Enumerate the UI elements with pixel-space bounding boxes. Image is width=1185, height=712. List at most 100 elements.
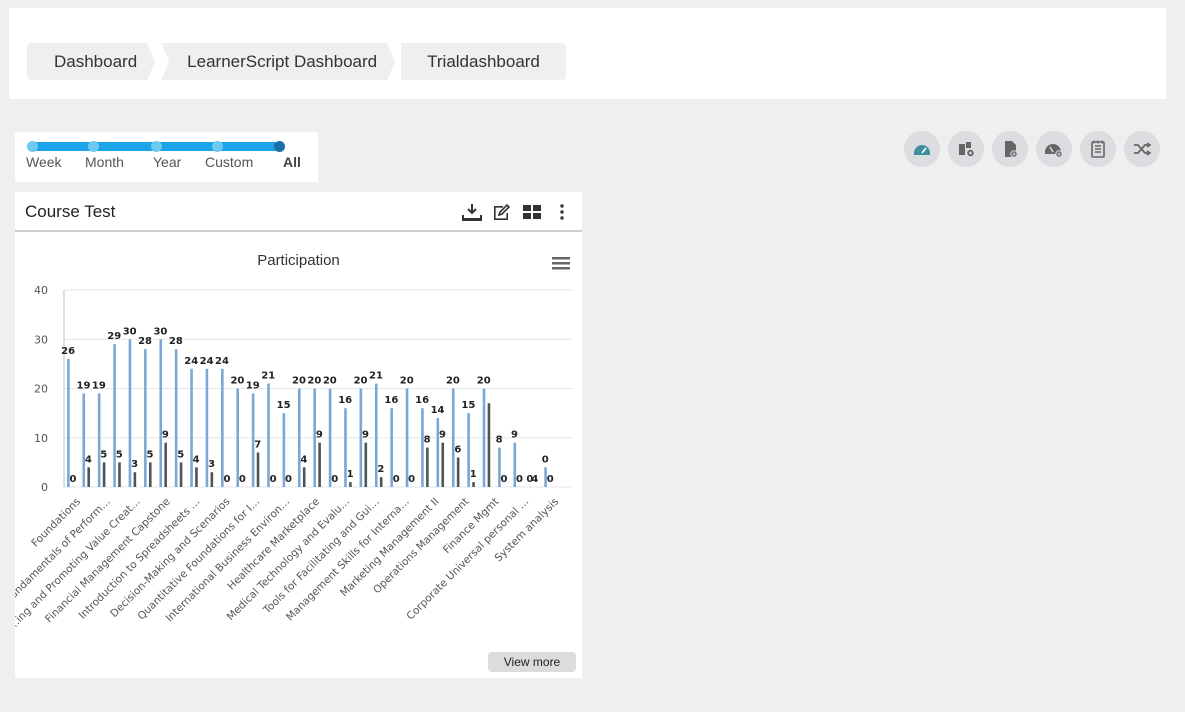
data-label: 0	[331, 474, 338, 485]
bar-series-1	[174, 349, 178, 487]
data-label: 0	[408, 474, 415, 485]
data-label: 24	[184, 356, 198, 367]
data-label: 0	[547, 474, 554, 485]
bar-series-2	[102, 462, 106, 487]
data-label: 16	[384, 395, 398, 406]
bar-series-2	[148, 462, 152, 487]
bar-series-1	[97, 393, 101, 487]
data-label: 16	[415, 395, 429, 406]
bar-series-1	[482, 388, 486, 487]
bar-series-2	[441, 442, 445, 487]
add-report-button[interactable]	[992, 131, 1028, 167]
data-label: 1	[347, 469, 354, 480]
edit-icon[interactable]	[492, 203, 512, 221]
data-label: 0	[542, 454, 549, 465]
breadcrumb-dashboard[interactable]: Dashboard	[27, 43, 155, 80]
data-label: 0	[393, 474, 400, 485]
bar-series-2	[195, 467, 198, 487]
data-label: 5	[146, 449, 153, 460]
dashboard-gauge-button[interactable]	[904, 131, 940, 167]
data-label: 9	[439, 430, 446, 441]
data-label: 5	[177, 449, 184, 460]
data-label: 21	[369, 371, 383, 382]
shuffle-button[interactable]	[1124, 131, 1160, 167]
bar-series-2	[472, 482, 475, 487]
range-slider-track[interactable]	[27, 141, 285, 152]
range-dot-week[interactable]	[27, 141, 38, 152]
more-vertical-icon[interactable]	[552, 203, 572, 221]
add-dashboard-button[interactable]	[1036, 131, 1072, 167]
range-label-all[interactable]: All	[283, 154, 301, 170]
range-dot-year[interactable]	[151, 141, 162, 152]
bar-series-1	[221, 368, 224, 487]
bar-series-2	[164, 442, 167, 487]
breadcrumb-learnerscript-dashboard[interactable]: LearnerScript Dashboard	[161, 43, 395, 80]
bar-series-1	[451, 388, 455, 487]
data-label: 1	[470, 469, 477, 480]
date-range-filter: Week Month Year Custom All	[15, 132, 318, 182]
data-label: 14	[431, 405, 445, 416]
bar-series-2	[426, 447, 429, 487]
range-label-custom[interactable]: Custom	[205, 154, 253, 170]
dashboard-gauge-icon	[914, 145, 930, 155]
data-label: 0	[270, 474, 277, 485]
range-handle-all[interactable]	[274, 141, 285, 152]
y-tick-label: 30	[34, 333, 48, 346]
y-tick-label: 20	[34, 383, 48, 396]
add-dashboard-gauge-icon	[1045, 144, 1063, 158]
bar-series-2	[210, 472, 214, 487]
range-dot-custom[interactable]	[212, 141, 223, 152]
data-label: 0	[70, 474, 77, 485]
add-widget-button[interactable]	[948, 131, 984, 167]
data-label: 0	[239, 474, 246, 485]
data-label: 9	[162, 430, 169, 441]
y-tick-label: 40	[34, 284, 48, 297]
range-label-month[interactable]: Month	[85, 154, 124, 170]
data-label: 4	[85, 454, 92, 465]
data-label: 26	[61, 346, 75, 357]
breadcrumb-trialdashboard[interactable]: Trialdashboard	[401, 43, 566, 80]
data-label: 5	[116, 449, 123, 460]
data-label: 16	[338, 395, 352, 406]
breadcrumb: Dashboard LearnerScript Dashboard Triald…	[27, 43, 572, 80]
bar-series-2	[487, 403, 491, 487]
bar-series-1	[236, 388, 240, 487]
bar-series-2	[349, 482, 352, 487]
data-label: 4	[193, 454, 200, 465]
chart-title: Participation	[257, 252, 340, 269]
range-label-year[interactable]: Year	[153, 154, 181, 170]
data-label: 28	[169, 336, 183, 347]
range-label-week[interactable]: Week	[26, 154, 62, 170]
schedule-notes-icon	[1091, 140, 1105, 158]
data-label: 20	[307, 376, 321, 387]
data-label: 4	[531, 474, 538, 485]
data-label: 20	[400, 376, 414, 387]
y-tick-label: 10	[34, 432, 48, 445]
data-label: 29	[107, 331, 121, 342]
download-icon[interactable]	[462, 203, 482, 221]
data-label: 24	[200, 356, 214, 367]
data-label: 6	[454, 444, 461, 455]
data-label: 20	[230, 376, 244, 387]
add-widget-icon	[959, 142, 974, 157]
bar-series-2	[133, 472, 137, 487]
bar-series-1	[328, 388, 332, 487]
data-label: 9	[316, 430, 323, 441]
range-dot-month[interactable]	[88, 141, 99, 152]
data-label: 20	[446, 376, 460, 387]
report-header: Course Test	[15, 192, 582, 232]
data-label: 15	[461, 400, 475, 411]
bar-series-1	[67, 358, 70, 487]
view-more-button[interactable]: View more	[488, 652, 576, 672]
data-label: 30	[123, 326, 137, 337]
grid-layout-icon[interactable]	[522, 203, 542, 221]
chart-menu-icon[interactable]	[552, 256, 570, 271]
data-label: 24	[215, 356, 229, 367]
add-report-icon	[1005, 141, 1018, 158]
schedule-notes-button[interactable]	[1080, 131, 1116, 167]
data-label: 20	[477, 376, 491, 387]
bar-series-2	[179, 462, 183, 487]
bar-series-1	[297, 388, 301, 487]
data-label: 20	[292, 376, 306, 387]
y-tick-label: 0	[41, 481, 48, 494]
